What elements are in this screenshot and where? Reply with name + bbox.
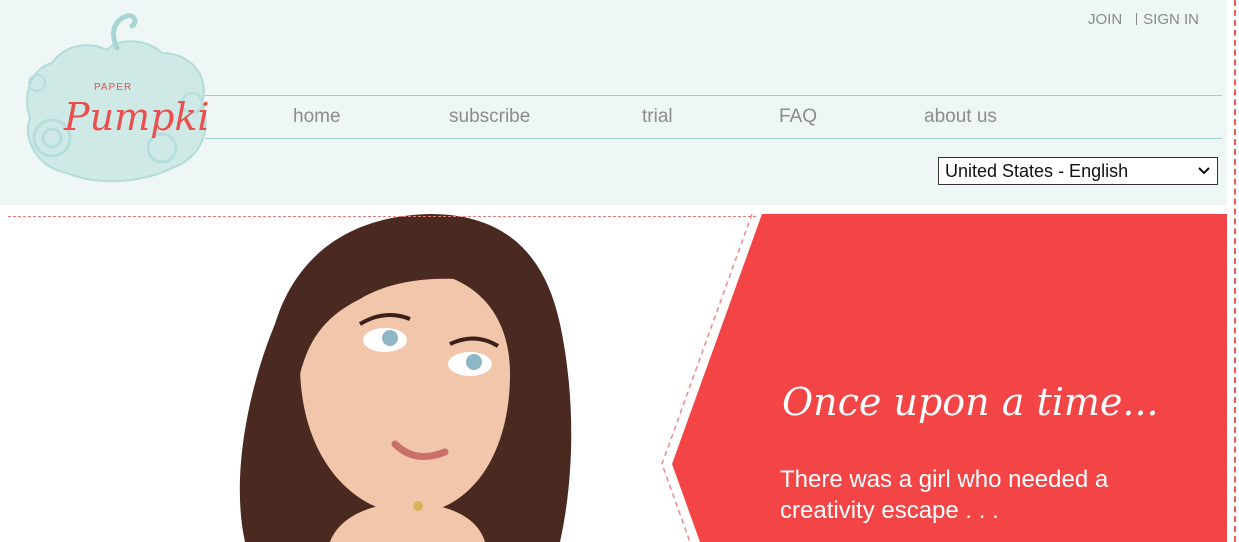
page-edge-dashed-border xyxy=(1234,0,1236,542)
logo-small-text: PAPER xyxy=(94,82,132,93)
hero-headline: Once upon a time... xyxy=(782,380,1159,424)
join-link[interactable]: JOIN xyxy=(1088,11,1122,28)
chevron-down-icon xyxy=(1198,167,1210,175)
nav-trial[interactable]: trial xyxy=(642,106,673,128)
account-links: JOIN SIGN IN xyxy=(1088,11,1199,28)
nav-subscribe[interactable]: subscribe xyxy=(449,106,530,128)
paper-pumpkin-logo[interactable]: PAPER Pumpkin xyxy=(12,8,212,183)
site-header: PAPER Pumpkin home subscribe trial FAQ a… xyxy=(0,0,1227,205)
locale-selected-value: United States - English xyxy=(945,161,1129,181)
logo-big-text: Pumpkin xyxy=(63,95,212,139)
nav-about-us[interactable]: about us xyxy=(924,106,997,128)
sign-in-link[interactable]: SIGN IN xyxy=(1143,11,1199,28)
hero-subline: There was a girl who needed a creativity… xyxy=(780,466,1109,524)
hero-top-dashed-line xyxy=(8,216,756,217)
hero-woman-photo xyxy=(239,214,572,542)
locale-select[interactable]: United States - English xyxy=(938,157,1218,185)
nav-divider-bottom xyxy=(205,138,1222,139)
nav-divider-top xyxy=(205,95,1222,96)
link-separator xyxy=(1136,13,1138,25)
nav-home[interactable]: home xyxy=(293,106,341,128)
nav-faq[interactable]: FAQ xyxy=(779,106,817,128)
